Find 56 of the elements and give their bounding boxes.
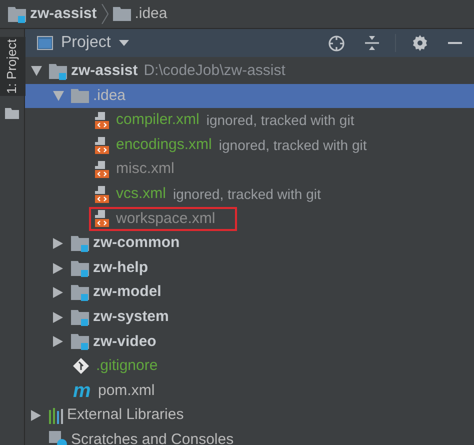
module-folder-icon (71, 333, 89, 350)
tree-item-label[interactable]: zw-model (93, 281, 162, 304)
tree-item-label[interactable]: .gitignore (96, 355, 158, 378)
tree-item-label[interactable]: encodings.xml (116, 134, 212, 156)
tree-item-label[interactable]: pom.xml (98, 380, 155, 402)
tree-item-label[interactable]: zw-system (93, 306, 169, 328)
tree-item-label[interactable]: Scratches and Consoles (71, 428, 234, 445)
git-file-icon (73, 358, 89, 374)
xml-file-icon (95, 112, 109, 129)
module-folder-icon (71, 284, 89, 302)
library-icon (49, 408, 63, 424)
collapsed-arrow-icon[interactable] (53, 312, 63, 323)
locate-icon[interactable] (328, 34, 345, 52)
window-icon (37, 36, 53, 50)
module-path: D:\codeJob\zw-assist (144, 61, 286, 82)
maven-icon: m (73, 381, 91, 402)
settings-icon[interactable] (412, 35, 428, 51)
collapsed-arrow-icon[interactable] (31, 410, 41, 422)
caret-icon (118, 40, 129, 46)
project-view-dropdown[interactable]: Project (61, 31, 129, 55)
collapsed-arrow-icon[interactable] (53, 336, 63, 348)
module-folder-icon (71, 234, 89, 252)
folder-icon (112, 6, 131, 22)
folder-icon (71, 88, 89, 104)
collapsed-arrow-icon[interactable] (53, 262, 63, 274)
collapsed-arrow-icon[interactable] (53, 287, 63, 298)
collapsed-arrow-icon[interactable] (53, 238, 63, 249)
tool-window-tab[interactable]: 1: Project (0, 37, 26, 96)
vcs-note: ignored, tracked with git (206, 110, 354, 130)
tree-item-label[interactable]: External Libraries (67, 404, 184, 427)
tree-item-label[interactable]: zw-video (93, 330, 156, 354)
minimize-icon[interactable] (448, 41, 462, 45)
vcs-note: ignored, tracked with git (218, 136, 367, 155)
module-folder-icon (8, 6, 26, 22)
vcs-note: ignored, tracked with git (173, 184, 321, 204)
scratches-icon (49, 431, 67, 445)
tree-item-label[interactable]: vcs.xml (116, 183, 166, 206)
xml-file-icon (95, 136, 109, 154)
tree-item-label[interactable]: zw-common (93, 232, 180, 255)
module-folder-icon (49, 62, 67, 80)
xml-file-icon (95, 186, 109, 203)
tree-item-label[interactable]: zw-assist (71, 60, 138, 83)
expanded-arrow-icon[interactable] (31, 66, 42, 76)
chevron-icon (100, 4, 109, 24)
xml-file-icon (95, 210, 109, 228)
folder-icon (5, 108, 19, 119)
tree-item-label[interactable]: workspace.xml (116, 208, 216, 230)
collapse-icon[interactable] (365, 35, 379, 51)
breadcrumb-item[interactable]: .idea (134, 2, 168, 26)
tree-item-label[interactable]: zw-help (93, 256, 148, 280)
module-folder-icon (71, 308, 89, 326)
breadcrumb-item[interactable]: zw-assist (30, 2, 97, 26)
tree-item-label[interactable]: compiler.xml (116, 109, 200, 132)
module-folder-icon (71, 260, 89, 277)
xml-file-icon (95, 161, 109, 178)
tree-item-label[interactable]: misc.xml (116, 158, 174, 181)
